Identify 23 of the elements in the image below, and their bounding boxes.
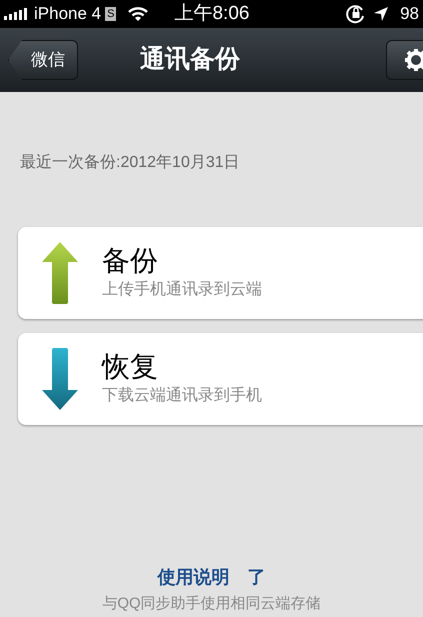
location-arrow-icon	[374, 7, 388, 21]
card-title: 备份	[102, 244, 159, 278]
clock: 上午8:06	[174, 2, 250, 26]
last-backup-date: 最近一次备份:2012年10月31日	[20, 152, 241, 173]
page-title: 通讯备份	[140, 44, 240, 76]
restore-card[interactable]: 恢复 下载云端通讯录到手机	[18, 333, 423, 425]
battery-percent: 98	[400, 3, 419, 26]
link[interactable]: 了	[248, 564, 266, 590]
rotation-lock-icon	[346, 4, 366, 24]
carrier-badge: S	[105, 7, 116, 21]
down-arrow-icon	[42, 348, 78, 410]
signal-icon	[4, 7, 30, 21]
link[interactable]: 使用说明	[158, 564, 230, 590]
carrier-name: iPhone 4	[34, 3, 102, 26]
card-subtitle: 下载云端通讯录到手机	[102, 386, 262, 406]
up-arrow-icon	[42, 242, 78, 304]
back-button[interactable]: 微信	[8, 40, 78, 80]
wifi-icon	[128, 6, 148, 22]
footer-note: 与QQ同步助手使用相同云端存储	[102, 594, 321, 614]
card-subtitle: 上传手机通讯录到云端	[102, 280, 262, 300]
backup-card[interactable]: 备份 上传手机通讯录到云端	[18, 227, 423, 319]
card-title: 恢复	[102, 350, 159, 384]
gear-icon	[405, 49, 423, 71]
